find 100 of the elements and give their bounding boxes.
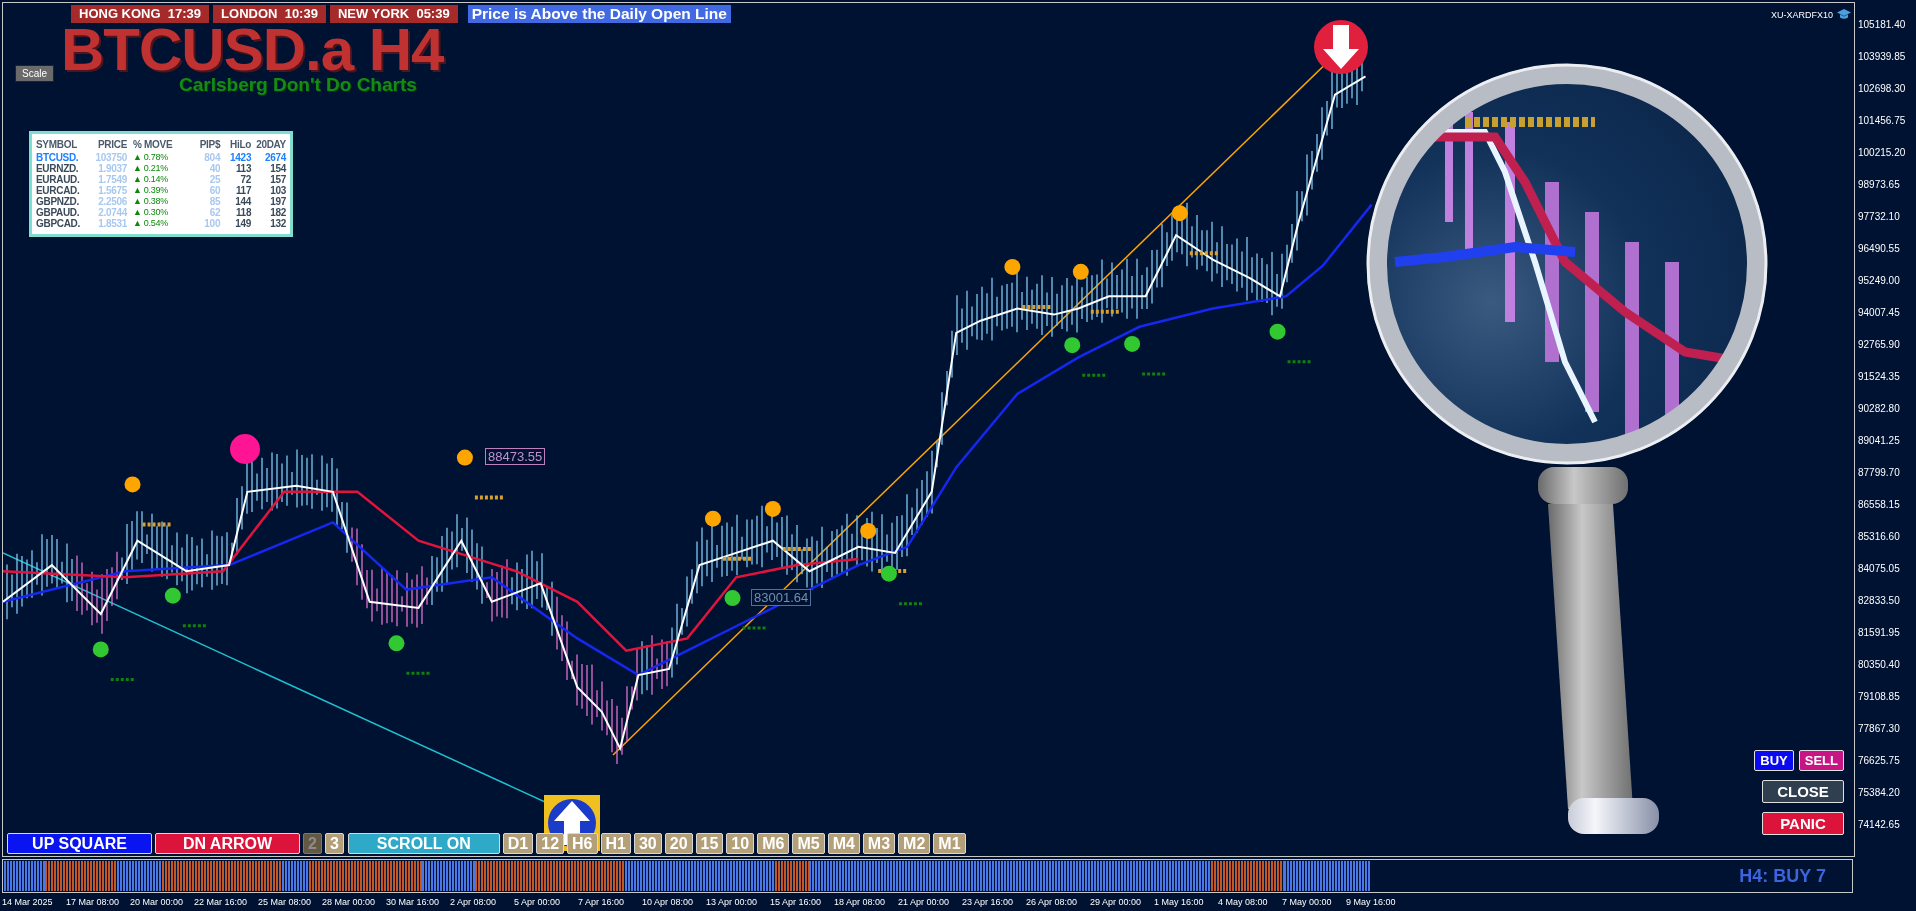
table-cell-text: GBPCAD. [36, 218, 81, 229]
table-cell-text: ▲ 0.54% [132, 218, 169, 229]
table-cell-text: EURNZD. [36, 163, 80, 174]
trade-button[interactable]: SELL [1798, 750, 1844, 771]
level-marker [1082, 373, 1107, 377]
time-axis-label: 17 Mar 08:00 [66, 896, 121, 907]
mode-button[interactable]: DN ARROW [155, 833, 300, 854]
table-cell-text: 132 [269, 218, 286, 229]
table-cell-text: ▲ 0.39% [132, 185, 169, 196]
swing-high-dot [764, 500, 781, 517]
price-axis-label: 89041.25 [1857, 434, 1901, 448]
price-axis-label: 74142.65 [1857, 818, 1901, 832]
timeframe-button[interactable]: M3 [862, 833, 896, 854]
price-axis-label: 80350.40 [1857, 658, 1901, 672]
timeframe-button[interactable]: D1 [502, 833, 534, 854]
column-header: SYMBOL [36, 139, 78, 152]
timeframe-button[interactable]: 30 [633, 833, 662, 854]
session-clock: LONDON 10:39 [213, 5, 326, 23]
swing-high-dot [456, 449, 473, 466]
mode-button[interactable]: 2 [303, 833, 322, 854]
timeframe-button[interactable]: M5 [792, 833, 825, 854]
level-marker [723, 556, 753, 561]
level-marker [142, 522, 173, 527]
swing-low-dot [388, 635, 405, 652]
price-axis-label: 100215.20 [1857, 146, 1907, 160]
price-axis-label: 91524.35 [1857, 370, 1901, 384]
level-marker [1022, 304, 1053, 309]
trade-button[interactable]: CLOSE [1762, 780, 1844, 803]
time-axis-label: 22 Mar 16:00 [194, 896, 249, 907]
table-cell-text: 1423 [229, 152, 252, 163]
table-cell-text: 118 [234, 207, 252, 218]
time-axis-label: 21 Apr 00:00 [898, 896, 951, 907]
trade-button[interactable]: BUY [1754, 750, 1794, 771]
chart-title: BTCUSD.a H4 [61, 27, 444, 73]
table-cell-text: ▲ 0.38% [132, 196, 169, 207]
level-marker [782, 546, 813, 551]
timeframe-button[interactable]: M4 [827, 833, 860, 854]
level-marker [898, 602, 923, 606]
table-cell-text: 72 [239, 174, 252, 185]
price-axis-label: 76625.75 [1857, 754, 1901, 768]
table-cell-text: 100 [203, 218, 221, 229]
timeframe-button[interactable]: 15 [695, 833, 724, 854]
level-marker [1090, 309, 1121, 314]
time-axis-label: 25 Mar 08:00 [258, 896, 313, 907]
table-cell-text: 103750 [94, 152, 127, 163]
time-axis-label: 4 May 08:00 [1218, 896, 1269, 907]
table-cell-text: 2.0744 [97, 207, 127, 218]
time-axis-label: 13 Apr 00:00 [706, 896, 759, 907]
timeframe-button[interactable]: H6 [567, 833, 598, 854]
swing-high-dot [124, 476, 141, 493]
session-clock: NEW YORK 05:39 [329, 5, 458, 23]
timeframe-button[interactable]: 20 [664, 833, 693, 854]
time-axis-label: 14 Mar 2025 [2, 896, 54, 907]
table-cell-text: 804 [203, 152, 221, 163]
time-axis-label: 15 Apr 16:00 [770, 896, 823, 907]
table-cell-text: ▲ 0.78% [132, 152, 169, 163]
swing-high-dot [1004, 258, 1021, 275]
swing-low-dot [1064, 337, 1081, 354]
table-cell-text: 1.5675 [97, 185, 127, 196]
time-axis-label: 9 May 16:00 [1346, 896, 1397, 907]
level-marker [1142, 372, 1167, 376]
signal-dot [230, 434, 260, 464]
table-cell-text: GBPNZD. [36, 196, 80, 207]
swing-high-dot [1072, 263, 1089, 280]
mode-button[interactable]: 3 [324, 833, 344, 854]
timeframe-button[interactable]: 10 [726, 833, 755, 854]
table-cell-text: 197 [269, 196, 286, 207]
timeframe-button[interactable]: M2 [898, 833, 931, 854]
price-axis-label: 96490.55 [1857, 242, 1901, 256]
status-banner: Price is Above the Daily Open Line [467, 5, 731, 23]
price-axis-label: 77867.30 [1857, 722, 1901, 736]
level-marker [474, 495, 505, 500]
level-marker [110, 677, 135, 681]
table-cell-text: 154 [269, 163, 286, 174]
mode-button[interactable]: UP SQUARE [7, 833, 152, 854]
table-cell-text: 149 [234, 218, 252, 229]
table-cell-text: GBPAUD. [36, 207, 81, 218]
table-cell-text: BTCUSD. [36, 152, 80, 163]
table-cell-text: 1.7549 [97, 174, 127, 185]
level-marker [878, 568, 909, 573]
time-axis-label: 29 Apr 00:00 [1090, 896, 1143, 907]
swing-low-dot [92, 641, 109, 658]
price-axis-label: 79108.85 [1857, 690, 1901, 704]
price-axis-label: 90282.80 [1857, 402, 1901, 416]
price-label: 88473.55 [485, 448, 546, 465]
column-header: % MOVE [132, 139, 174, 152]
price-axis-label: 102698.30 [1857, 82, 1907, 96]
table-cell-text: 40 [208, 163, 221, 174]
timeframe-button[interactable]: M1 [933, 833, 966, 854]
mode-button[interactable]: SCROLL ON [347, 833, 500, 854]
table-cell-text: 2674 [263, 152, 286, 163]
timeframe-button[interactable]: H1 [600, 833, 631, 854]
graduation-cap-icon [1837, 9, 1851, 20]
arrow-down-icon [1313, 19, 1369, 75]
timeframe-button[interactable]: 12 [536, 833, 565, 854]
trade-button[interactable]: PANIC [1762, 812, 1844, 835]
time-axis-label: 7 May 00:00 [1282, 896, 1333, 907]
table-cell-text: 1.9037 [97, 163, 127, 174]
timeframe-button[interactable]: M6 [757, 833, 790, 854]
scale-button[interactable]: Scale [15, 65, 54, 82]
